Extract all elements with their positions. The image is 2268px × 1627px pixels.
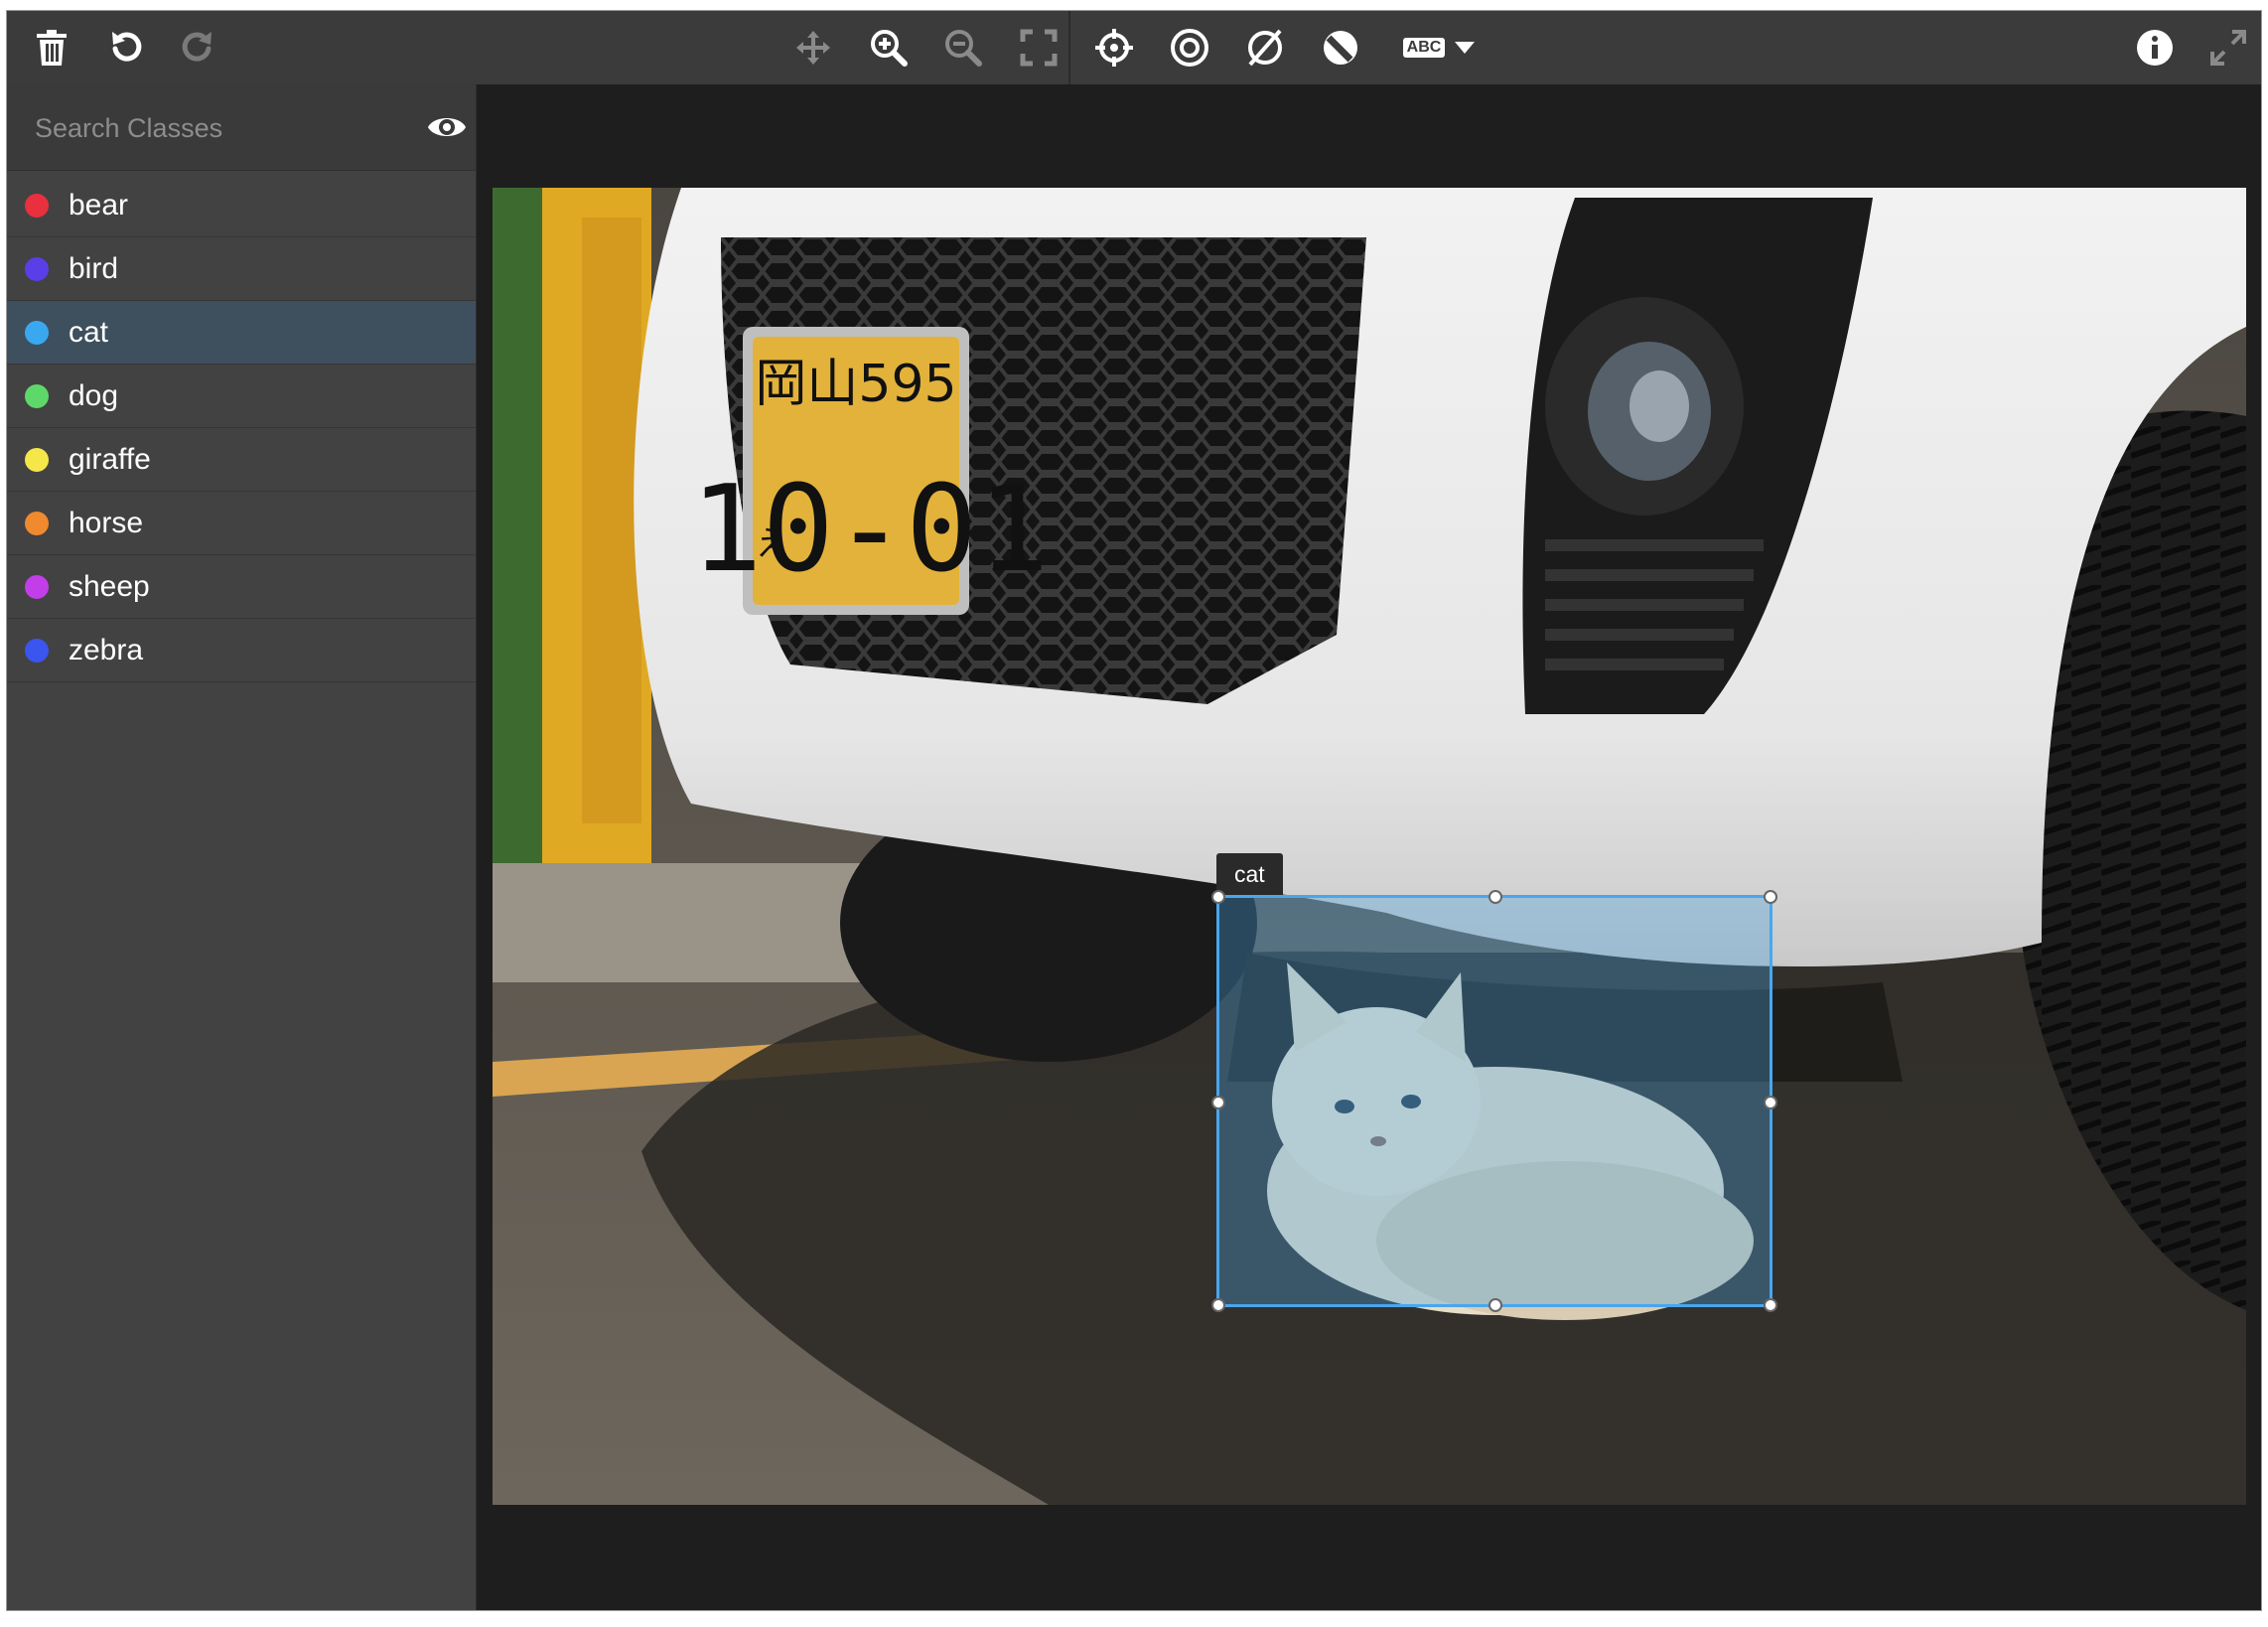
class-item-dog[interactable]: dog [7,365,476,428]
image-canvas[interactable]: 岡山595 10-01 え cat [477,84,2261,1610]
hide-annotations-button[interactable] [1240,23,1290,73]
crosshair-button[interactable] [1089,23,1139,73]
delete-button[interactable] [27,23,76,73]
class-label: sheep [69,569,150,603]
class-label: horse [69,506,144,539]
redo-button[interactable] [174,23,223,73]
class-label: bird [69,251,119,285]
zoom-out-button[interactable] [938,23,988,73]
class-sidebar: bear bird cat dog giraffe horse sheep zebra [7,84,477,1610]
search-classes-input[interactable] [33,104,404,152]
class-item-bear[interactable]: bear [7,174,476,237]
class-color-dot [25,638,49,663]
zoom-in-button[interactable] [864,23,914,73]
toggle-mask-icon [1324,31,1357,65]
photo-car-and-cat: 岡山595 10-01 え [493,188,2246,1505]
undo-icon [112,32,142,62]
visibility-toggle-button[interactable] [426,108,468,146]
svg-text:え: え [756,524,789,564]
class-label: zebra [69,633,144,666]
redo-icon [182,32,212,62]
info-button[interactable] [2130,23,2180,73]
toolbar-divider [1068,11,1070,84]
show-annotations-button[interactable] [1165,23,1214,73]
class-color-dot [25,574,49,599]
fullscreen-icon [2210,30,2246,66]
class-label: dog [69,378,119,412]
class-item-giraffe[interactable]: giraffe [7,428,476,492]
class-item-cat[interactable]: cat [7,301,476,365]
info-icon [2137,30,2173,66]
class-label: cat [69,315,109,349]
class-color-dot [25,447,49,472]
label-mode-text: ABC [1406,39,1442,56]
class-item-bird[interactable]: bird [7,237,476,301]
class-label: bear [69,188,129,222]
label-mode-button[interactable]: ABC [1391,23,1487,73]
fit-screen-icon [1020,29,1058,67]
class-list: bear bird cat dog giraffe horse sheep zebra [7,174,476,682]
class-label: giraffe [69,442,151,476]
class-item-sheep[interactable]: sheep [7,555,476,619]
zoom-out-icon [945,30,982,67]
annotation-label[interactable]: cat [1216,853,1283,895]
undo-button[interactable] [100,23,150,73]
class-color-dot [25,320,49,345]
fit-screen-button[interactable] [1014,23,1063,73]
resize-handle-bottom-right[interactable] [1764,1298,1777,1312]
resize-handle-top-left[interactable] [1211,890,1225,904]
resize-handle-bottom[interactable] [1488,1298,1502,1312]
annotation-app: ABC Search Classes bear bird cat dog gir… [6,10,2262,1611]
resize-handle-bottom-left[interactable] [1211,1298,1225,1312]
resize-handle-top[interactable] [1488,890,1502,904]
show-annotations-icon [1171,29,1208,67]
toolbar: ABC [7,11,2261,85]
resize-handle-right[interactable] [1764,1096,1777,1109]
caret-down-icon [1455,42,1476,54]
class-color-dot [25,383,49,408]
hide-annotations-icon [1248,29,1282,67]
resize-handle-left[interactable] [1211,1096,1225,1109]
eye-icon [428,118,466,136]
class-item-zebra[interactable]: zebra [7,619,476,682]
class-item-horse[interactable]: horse [7,492,476,555]
class-color-dot [25,193,49,218]
class-color-dot [25,256,49,281]
label-mode-icon: ABC [1402,38,1446,58]
zoom-in-icon [871,30,908,67]
svg-text:10-01: 10-01 [690,461,1049,599]
toggle-mask-button[interactable] [1316,23,1365,73]
resize-handle-top-right[interactable] [1764,890,1777,904]
svg-text:岡山595: 岡山595 [755,355,956,414]
annotated-image[interactable]: 岡山595 10-01 え cat [493,188,2246,1505]
class-search-row [7,84,476,171]
class-color-dot [25,511,49,535]
fullscreen-button[interactable] [2203,23,2253,73]
crosshair-icon [1095,29,1133,67]
pan-button[interactable] [788,23,838,73]
bounding-box-cat[interactable] [1211,890,1777,1312]
pan-icon [796,31,830,65]
delete-icon [37,30,67,66]
